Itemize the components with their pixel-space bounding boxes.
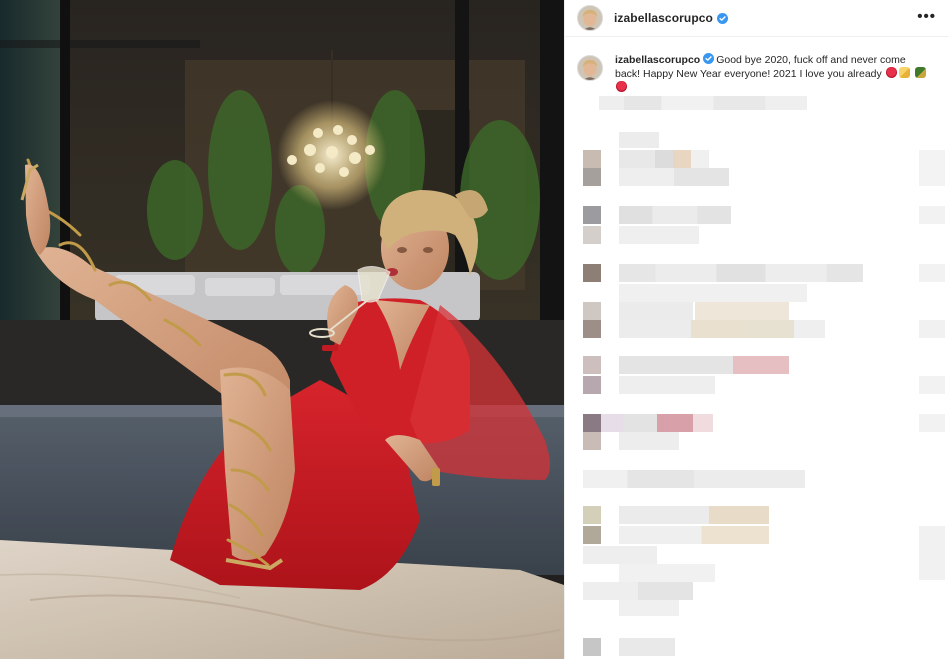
caption-username[interactable]: izabellascorupco (615, 54, 700, 66)
redacted-block (619, 376, 715, 394)
redacted-block (583, 470, 805, 488)
post-photo-image (0, 0, 564, 659)
redacted-block (619, 320, 825, 338)
redacted-block (583, 582, 693, 600)
redacted-avatar (583, 506, 601, 524)
caption-text-block: izabellascorupco Good bye 2020, fuck off … (615, 53, 933, 95)
redacted-block (693, 414, 713, 432)
redacted-avatar (583, 526, 601, 544)
redacted-block (619, 226, 699, 244)
redacted-block (619, 302, 693, 320)
redacted-block (919, 264, 945, 282)
more-options-button[interactable]: ••• (909, 7, 936, 30)
redacted-block (619, 564, 715, 582)
redacted-block (657, 414, 693, 432)
redacted-avatar (583, 150, 601, 168)
redacted-block (695, 302, 789, 320)
redacted-avatar (583, 302, 601, 320)
redacted-block (619, 264, 863, 282)
post-username[interactable]: izabellascorupco (614, 11, 713, 25)
redacted-block (619, 600, 679, 616)
redacted-avatar (583, 226, 601, 244)
redacted-avatar (583, 432, 601, 450)
redacted-block (919, 414, 945, 432)
post-photo[interactable] (0, 0, 564, 659)
redacted-block (619, 284, 807, 302)
redacted-avatar (583, 206, 601, 224)
champagne-bottle-emoji-icon (914, 67, 926, 78)
redacted-block (619, 150, 709, 168)
post-sidebar: izabellascorupco ••• izabellascorupco Goo… (564, 0, 948, 659)
redacted-block (619, 356, 733, 374)
redacted-block (919, 376, 945, 394)
redacted-block (619, 432, 679, 450)
redacted-block (919, 206, 945, 224)
redacted-block (619, 506, 769, 524)
redacted-block (601, 414, 657, 432)
caption-verified-icon (703, 53, 715, 64)
redacted-avatar (583, 264, 601, 282)
redacted-block (919, 320, 945, 338)
redacted-avatar (583, 376, 601, 394)
redacted-avatar (583, 638, 601, 656)
post-header: izabellascorupco ••• (565, 0, 948, 37)
redacted-avatar (583, 356, 601, 374)
redacted-block (919, 526, 945, 580)
avatar-image (578, 6, 602, 30)
redacted-block (619, 526, 769, 544)
redacted-block (599, 96, 807, 110)
caption-avatar-image (578, 56, 602, 80)
avatar[interactable] (577, 5, 603, 31)
redacted-avatar (583, 320, 601, 338)
caption-avatar[interactable] (577, 55, 603, 81)
kiss-lips-emoji-icon (885, 67, 897, 78)
redacted-block (619, 206, 731, 224)
cheers-emoji-icon (898, 67, 910, 78)
caption: izabellascorupco Good bye 2020, fuck off … (565, 37, 948, 95)
redacted-avatar (583, 168, 601, 186)
kiss-lips-emoji-icon (616, 81, 627, 92)
redacted-avatar (583, 414, 601, 432)
redacted-block (619, 132, 659, 148)
redacted-block (619, 168, 729, 186)
redacted-block (733, 356, 789, 374)
redacted-block (583, 546, 657, 564)
verified-badge-icon (716, 12, 728, 24)
redacted-block (919, 150, 945, 186)
redacted-block (619, 638, 675, 656)
